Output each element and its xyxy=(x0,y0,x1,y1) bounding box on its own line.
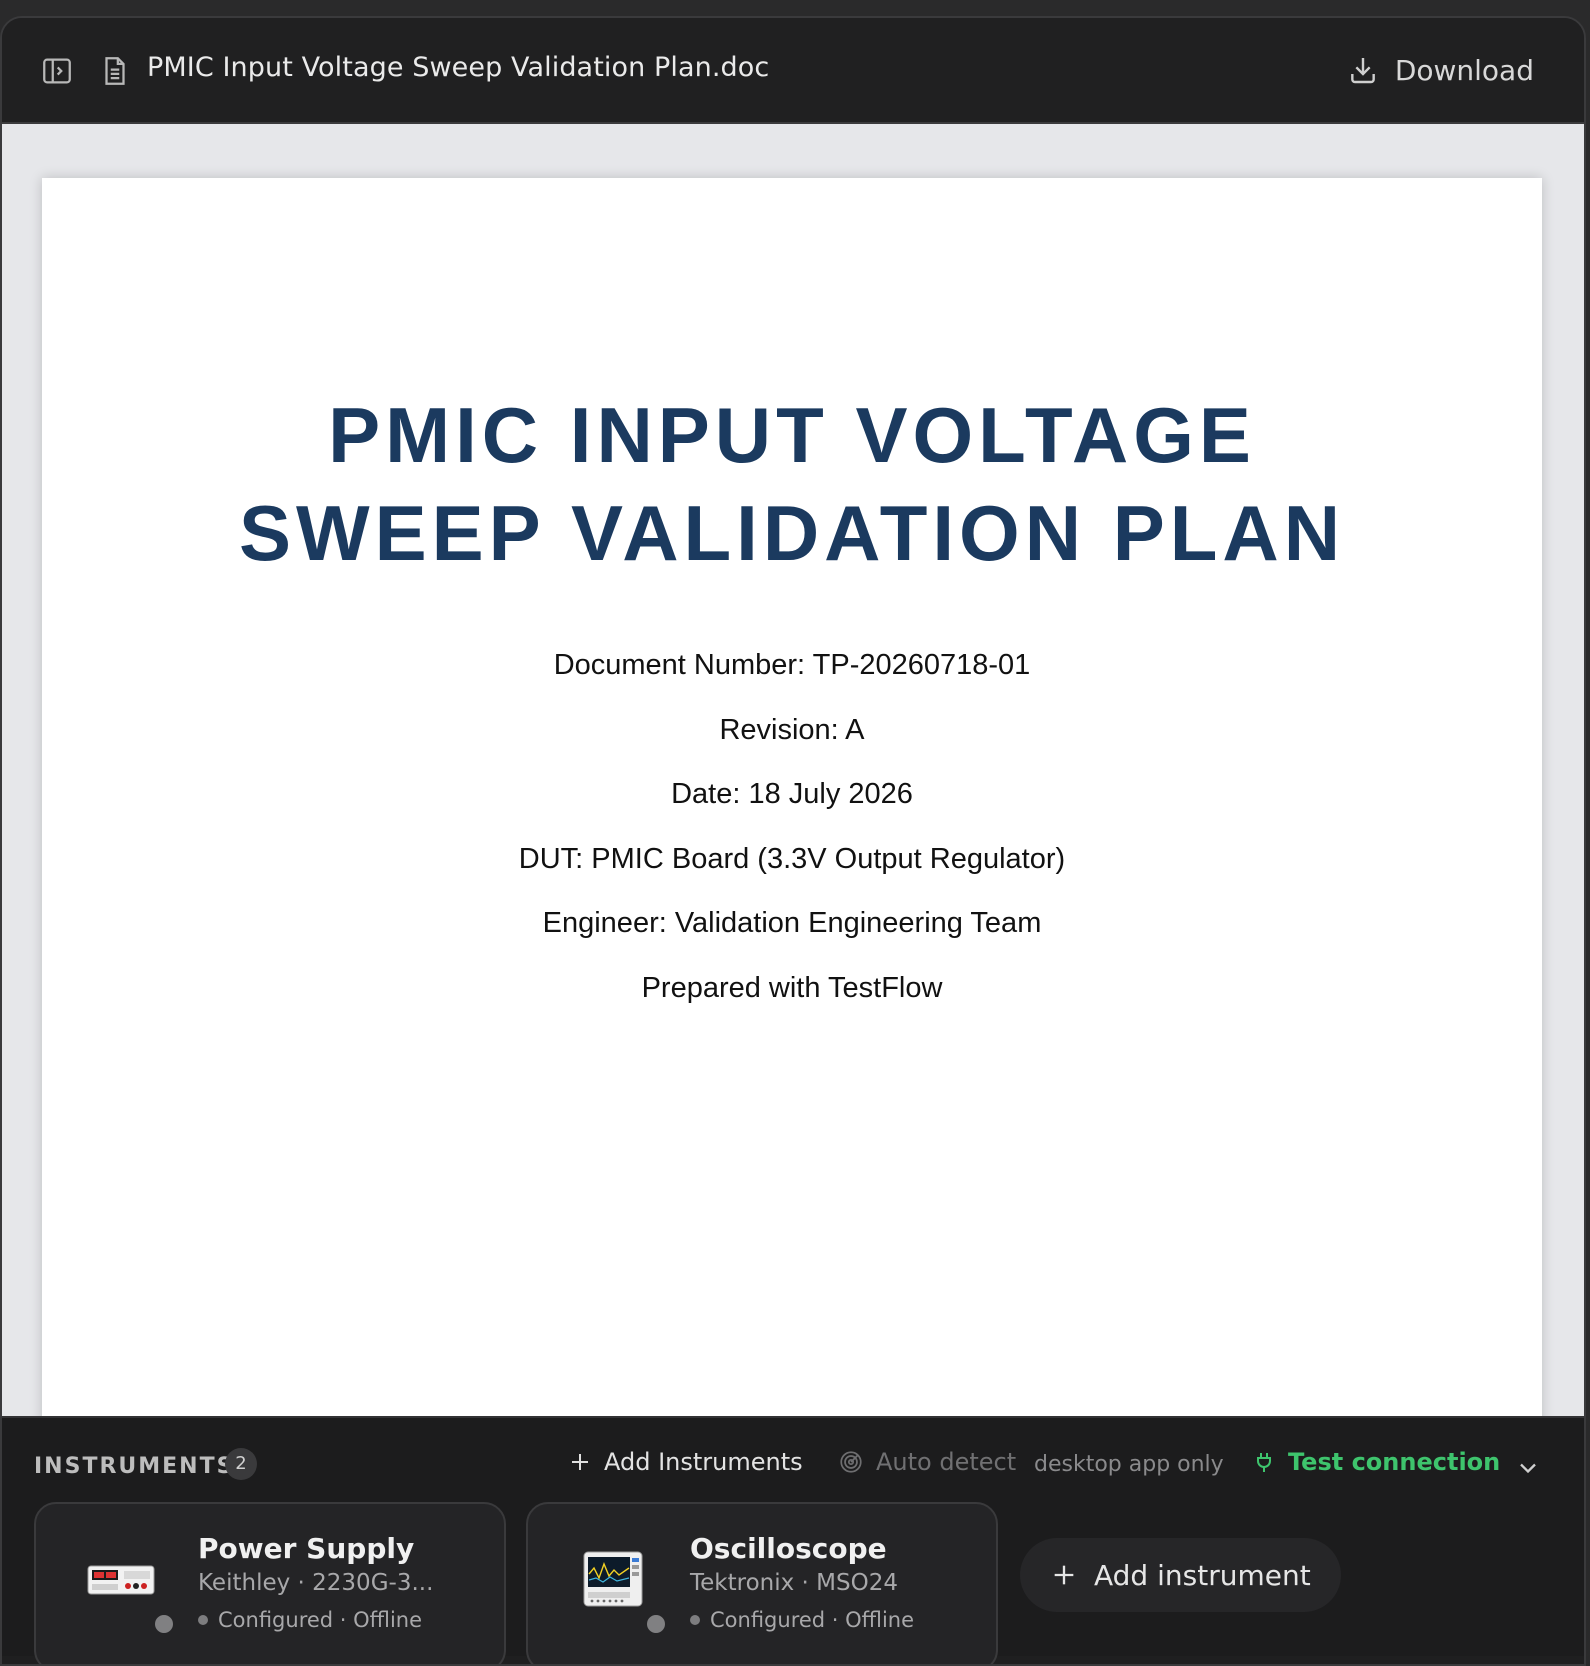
download-label: Download xyxy=(1394,53,1534,87)
instrument-status: Configured · Offline xyxy=(690,1608,914,1632)
document-meta: Document Number: TP-20260718-01 Revision… xyxy=(42,649,1542,1036)
power-supply-icon xyxy=(84,1548,158,1610)
engineer: Engineer: Validation Engineering Team xyxy=(542,907,1042,939)
date: Date: 18 July 2026 xyxy=(671,778,913,810)
instruments-header: INSTRUMENTS 2 Add Instruments Auto detec… xyxy=(2,1446,1584,1490)
add-instrument-button[interactable]: Add instrument xyxy=(1020,1538,1341,1612)
instrument-name: Power Supply xyxy=(198,1532,415,1565)
add-instruments-button[interactable]: Add Instruments xyxy=(568,1448,803,1476)
auto-detect-button[interactable]: Auto detect xyxy=(838,1448,1016,1476)
status-dot xyxy=(198,1615,208,1625)
dut: DUT: PMIC Board (3.3V Output Regulator) xyxy=(518,842,1066,875)
test-connection-button[interactable]: Test connection xyxy=(1252,1448,1500,1476)
instrument-status-text: Configured · Offline xyxy=(218,1608,423,1632)
status-dot xyxy=(690,1615,700,1625)
download-button[interactable]: Download xyxy=(1347,48,1534,92)
document-name: PMIC Input Voltage Sweep Validation Plan… xyxy=(147,52,770,83)
instruments-panel: INSTRUMENTS 2 Add Instruments Auto detec… xyxy=(2,1416,1584,1664)
instrument-status-text: Configured · Offline xyxy=(710,1608,915,1632)
chevron-down-icon[interactable] xyxy=(1514,1454,1542,1482)
document-page: PMIC INPUT VOLTAGE SWEEP VALIDATION PLAN… xyxy=(42,178,1542,1438)
connection-status-dot xyxy=(644,1612,668,1636)
instruments-count-badge: 2 xyxy=(225,1448,257,1480)
instrument-model: Tektronix · MSO24 xyxy=(690,1570,898,1596)
instrument-name: Oscilloscope xyxy=(690,1532,887,1565)
test-connection-label: Test connection xyxy=(1288,1448,1501,1476)
document-viewer[interactable]: PMIC INPUT VOLTAGE SWEEP VALIDATION PLAN… xyxy=(2,124,1584,1438)
instrument-card-power-supply[interactable]: Power Supply Keithley · 2230G-3... Confi… xyxy=(34,1502,506,1664)
document-icon xyxy=(98,54,132,88)
download-icon xyxy=(1350,58,1375,84)
revision: Revision: A xyxy=(719,713,865,746)
add-instrument-label: Add instrument xyxy=(1094,1558,1311,1592)
connection-status-dot xyxy=(152,1612,176,1636)
auto-detect-label: Auto detect xyxy=(876,1448,1017,1476)
title-line-2: SWEEP VALIDATION PLAN xyxy=(238,489,1346,577)
title-bar: PMIC Input Voltage Sweep Validation Plan… xyxy=(2,18,1584,124)
instrument-status: Configured · Offline xyxy=(198,1608,422,1632)
radar-icon xyxy=(840,1451,862,1473)
oscilloscope-icon xyxy=(576,1548,650,1610)
instruments-label: INSTRUMENTS xyxy=(34,1454,235,1479)
page-title: PMIC INPUT VOLTAGE SWEEP VALIDATION PLAN xyxy=(42,386,1542,582)
desktop-only-note: desktop app only xyxy=(1034,1452,1224,1477)
plus-icon xyxy=(1054,1565,1074,1585)
prepared-with: Prepared with TestFlow xyxy=(641,971,943,1004)
app-window: PMIC Input Voltage Sweep Validation Plan… xyxy=(0,16,1586,1666)
title-line-1: PMIC INPUT VOLTAGE xyxy=(328,391,1256,479)
add-instruments-label: Add Instruments xyxy=(604,1448,803,1476)
plus-icon xyxy=(572,1454,588,1470)
sidebar-toggle-icon[interactable] xyxy=(40,54,74,88)
plug-icon xyxy=(1257,1453,1271,1472)
instrument-model: Keithley · 2230G-3... xyxy=(198,1570,434,1596)
document-number: Document Number: TP-20260718-01 xyxy=(553,649,1031,681)
instrument-card-oscilloscope[interactable]: Oscilloscope Tektronix · MSO24 Configure… xyxy=(526,1502,998,1664)
